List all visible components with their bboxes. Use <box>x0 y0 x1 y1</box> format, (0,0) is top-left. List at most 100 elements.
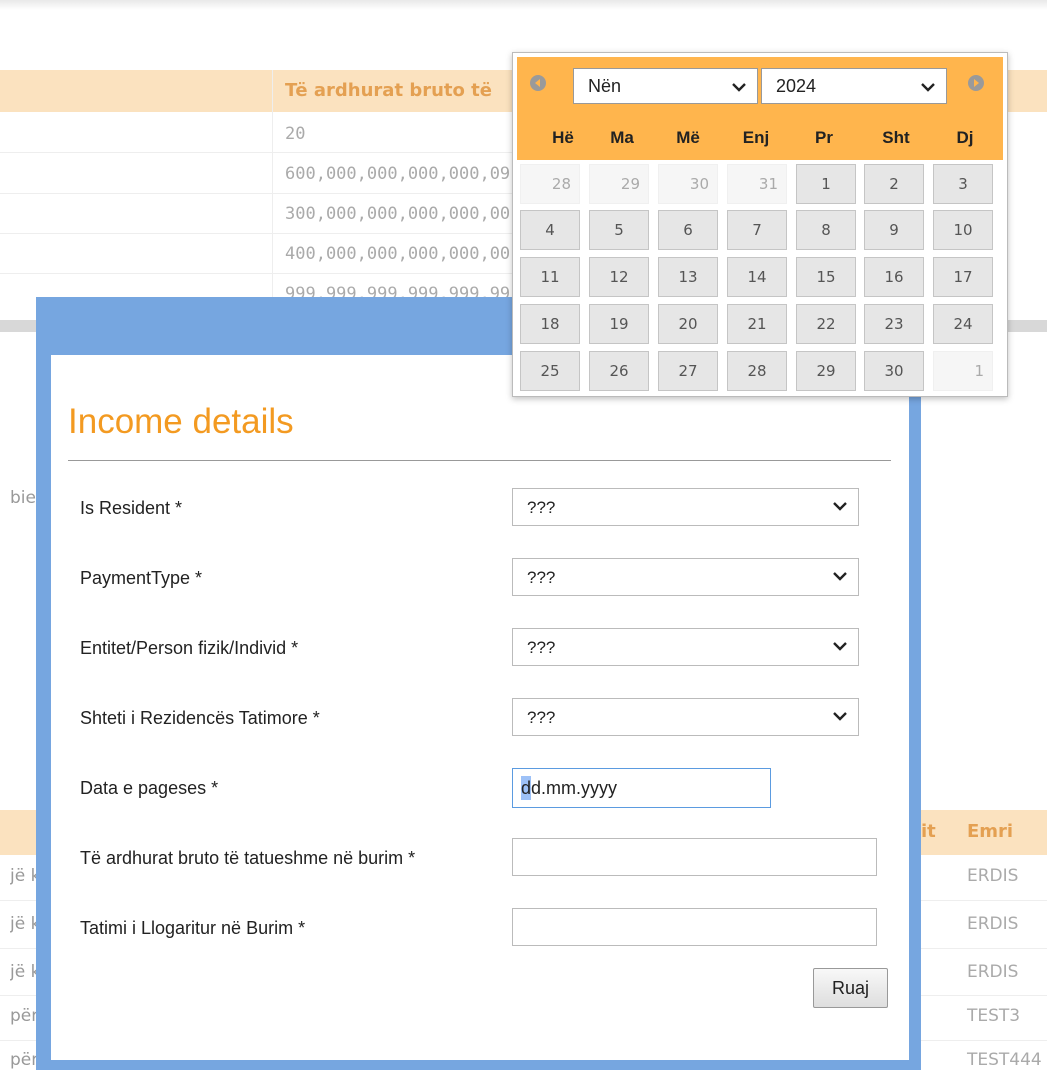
calendar-day-other-month[interactable]: 31 <box>727 164 787 204</box>
tax-residence-value: ??? <box>527 708 556 727</box>
modal-title: Income details <box>68 402 294 441</box>
tax-residence-label: Shteti i Rezidencës Tatimore * <box>80 708 320 728</box>
calendar-day[interactable]: 1 <box>796 164 856 204</box>
weekday-header: Më <box>676 128 700 147</box>
chevron-down-icon <box>833 642 847 651</box>
payment-date-input[interactable]: dd.mm.yyyy <box>512 768 771 808</box>
calculated-tax-label: Tatimi i Llogaritur në Burim * <box>80 918 306 938</box>
top-table-cell: 999,999,999,999,999,99 <box>285 284 510 298</box>
calendar-day-other-month[interactable]: 1 <box>933 351 993 391</box>
chevron-down-icon <box>833 572 847 581</box>
calendar-day[interactable]: 10 <box>933 210 993 250</box>
calendar-day[interactable]: 2 <box>864 164 924 204</box>
calendar-day[interactable]: 28 <box>727 351 787 391</box>
top-table-header-gross-income: Të ardhurat bruto të <box>285 80 492 101</box>
chevron-down-icon <box>833 712 847 721</box>
calendar-day[interactable]: 15 <box>796 257 856 297</box>
calendar-day[interactable]: 23 <box>864 304 924 344</box>
top-table-cell: 300,000,000,000,000,00 <box>285 204 510 224</box>
is-resident-select[interactable]: ??? <box>512 488 859 526</box>
bottom-table-cell-name: ERDIS <box>967 914 1019 934</box>
circle-arrow-left-icon[interactable] <box>530 75 546 91</box>
bottom-table-cell: jë k <box>10 962 36 982</box>
entity-label: Entitet/Person fizik/Individ * <box>80 638 299 658</box>
weekday-header: Sht <box>882 128 910 147</box>
month-value: Nën <box>588 76 622 96</box>
calendar-day[interactable]: 14 <box>727 257 787 297</box>
calendar-day[interactable]: 21 <box>727 304 787 344</box>
calendar-day[interactable]: 4 <box>520 210 580 250</box>
background-label-fragment: bier <box>10 488 36 508</box>
top-table-col-divider <box>272 70 273 300</box>
chevron-down-icon <box>833 502 847 511</box>
page-top-shadow <box>0 0 1047 10</box>
calendar-day-other-month[interactable]: 28 <box>520 164 580 204</box>
is-resident-value: ??? <box>527 498 556 517</box>
row-divider <box>0 193 512 194</box>
bottom-table-cell: jë k <box>10 866 36 886</box>
year-select[interactable]: 2024 <box>761 68 947 104</box>
row-divider <box>0 273 512 274</box>
save-button[interactable]: Ruaj <box>813 968 888 1008</box>
calendar-day[interactable]: 26 <box>589 351 649 391</box>
calendar-day-other-month[interactable]: 30 <box>658 164 718 204</box>
calendar-day[interactable]: 30 <box>864 351 924 391</box>
circle-arrow-right-icon[interactable] <box>968 75 984 91</box>
gross-income-label: Të ardhurat bruto të tatueshme në burim … <box>80 848 416 868</box>
title-divider <box>68 460 891 461</box>
top-table-cell: 600,000,000,000,000,09 <box>285 164 510 184</box>
weekday-header: Pr <box>815 128 833 147</box>
bottom-table-header-fragment: it <box>921 821 936 842</box>
calendar-day[interactable]: 5 <box>589 210 649 250</box>
calendar-day[interactable]: 13 <box>658 257 718 297</box>
calendar-day-other-month[interactable]: 29 <box>589 164 649 204</box>
is-resident-label: Is Resident * <box>80 498 183 518</box>
year-value: 2024 <box>776 76 817 96</box>
bottom-table-cell: jë k <box>10 914 36 934</box>
bottom-table-cell-name: TEST3 <box>967 1006 1021 1026</box>
bottom-table-cell-name: TEST444 <box>967 1050 1042 1070</box>
calendar-day[interactable]: 8 <box>796 210 856 250</box>
calendar-day[interactable]: 24 <box>933 304 993 344</box>
section-divider-left <box>0 320 36 332</box>
payment-date-label: Data e pageses * <box>80 778 219 798</box>
calendar-day[interactable]: 9 <box>864 210 924 250</box>
calendar-day[interactable]: 18 <box>520 304 580 344</box>
bottom-table-cell: për <box>10 1006 36 1026</box>
payment-type-select[interactable]: ??? <box>512 558 859 596</box>
tax-residence-select[interactable]: ??? <box>512 698 859 736</box>
bottom-table-cell: për <box>10 1050 36 1070</box>
weekday-header: Ma <box>610 128 634 147</box>
bottom-table-header-name: Emri <box>967 821 1014 842</box>
top-table-cell: 20 <box>285 124 306 144</box>
row-divider <box>0 233 512 234</box>
top-table-cell: 400,000,000,000,000,00 <box>285 244 510 264</box>
calendar-day[interactable]: 17 <box>933 257 993 297</box>
gross-income-input[interactable] <box>512 838 877 876</box>
payment-date-value: dd.mm.yyyy <box>521 778 618 798</box>
weekday-header: Enj <box>742 128 770 147</box>
calendar-day[interactable]: 29 <box>796 351 856 391</box>
calendar-day[interactable]: 12 <box>589 257 649 297</box>
calendar-day[interactable]: 6 <box>658 210 718 250</box>
row-divider <box>0 152 512 153</box>
calendar-day[interactable]: 16 <box>864 257 924 297</box>
chevron-down-icon <box>921 83 935 92</box>
chevron-down-icon <box>732 83 746 92</box>
calendar-day[interactable]: 20 <box>658 304 718 344</box>
bottom-table-cell-name: ERDIS <box>967 962 1019 982</box>
payment-type-value: ??? <box>527 568 556 587</box>
calendar-day[interactable]: 25 <box>520 351 580 391</box>
section-divider-right <box>1008 320 1047 332</box>
calendar-day[interactable]: 22 <box>796 304 856 344</box>
calendar-day[interactable]: 19 <box>589 304 649 344</box>
calendar-day[interactable]: 27 <box>658 351 718 391</box>
bottom-table-cell-name: ERDIS <box>967 866 1019 886</box>
calendar-day[interactable]: 7 <box>727 210 787 250</box>
entity-select[interactable]: ??? <box>512 628 859 666</box>
calendar-day[interactable]: 3 <box>933 164 993 204</box>
payment-type-label: PaymentType * <box>80 568 203 588</box>
calendar-day[interactable]: 11 <box>520 257 580 297</box>
month-select[interactable]: Nën <box>573 68 758 104</box>
calculated-tax-input[interactable] <box>512 908 877 946</box>
